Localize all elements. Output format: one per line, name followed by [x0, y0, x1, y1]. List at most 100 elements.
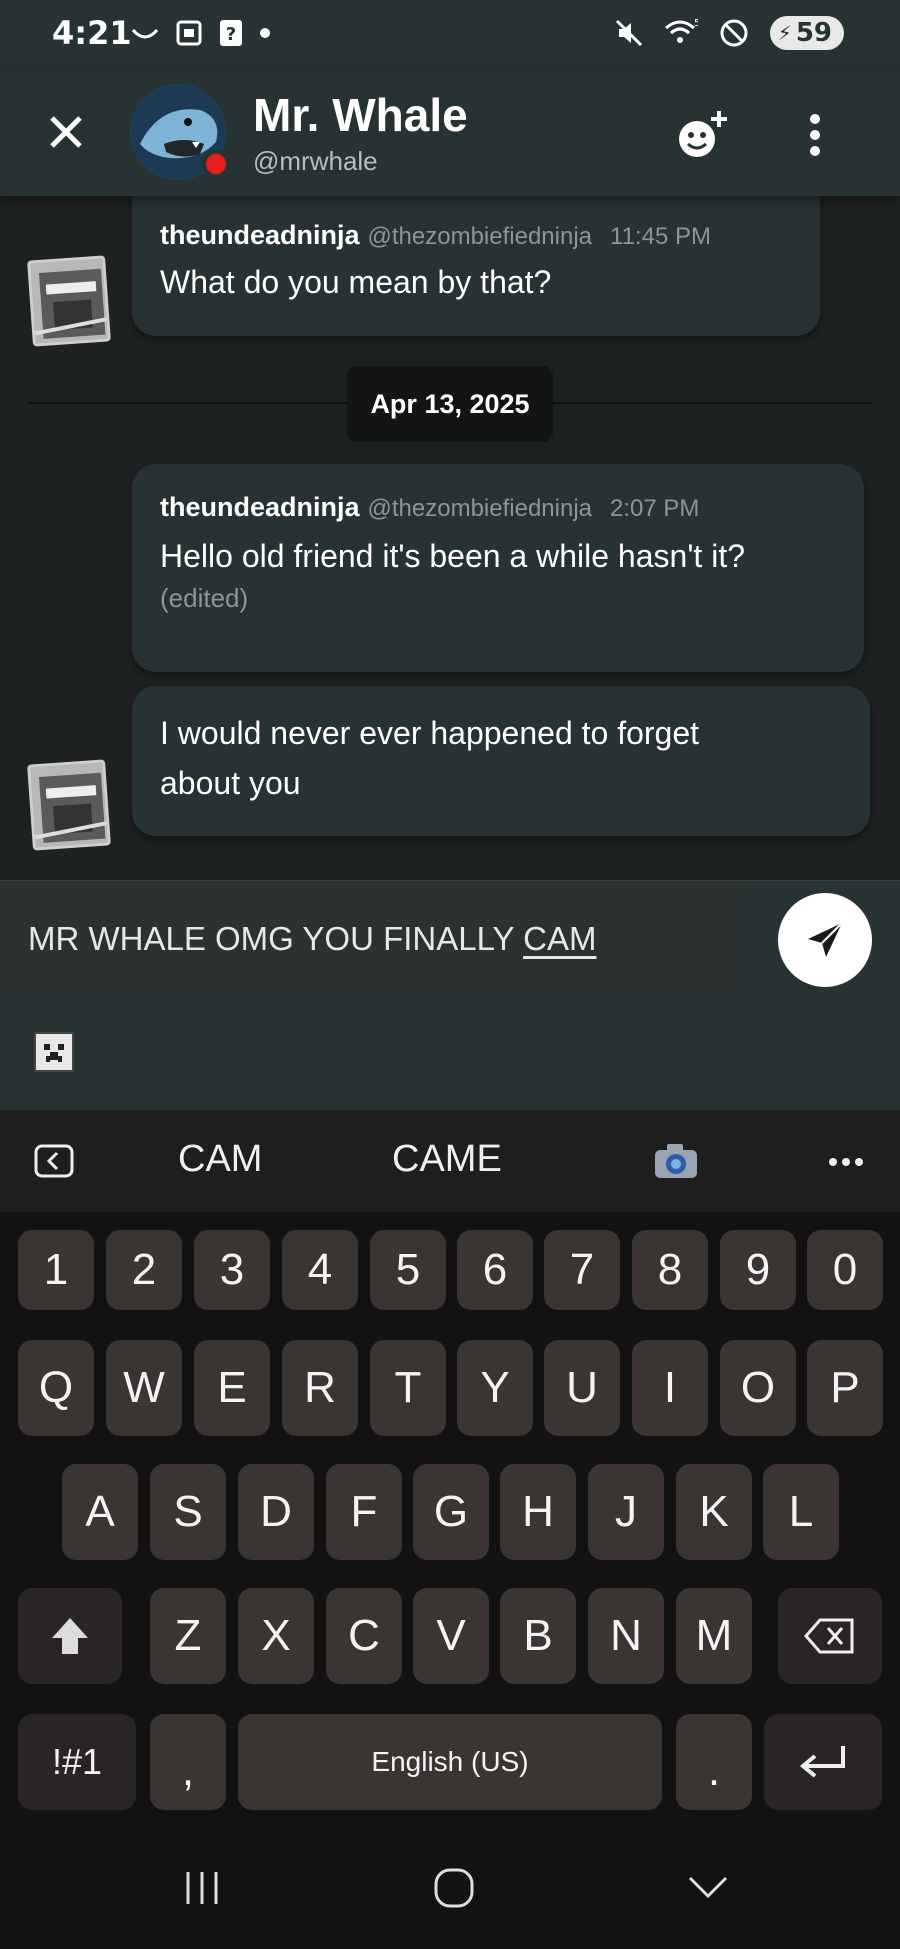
- key-z[interactable]: Z: [150, 1588, 226, 1684]
- key-i[interactable]: I: [632, 1340, 708, 1436]
- key-b[interactable]: B: [500, 1588, 576, 1684]
- key-5[interactable]: 5: [370, 1230, 446, 1310]
- key-n[interactable]: N: [588, 1588, 664, 1684]
- recents-button[interactable]: [182, 1868, 222, 1913]
- send-button[interactable]: [778, 893, 872, 987]
- shift-key[interactable]: [18, 1588, 122, 1684]
- close-button[interactable]: [36, 102, 96, 162]
- status-bar: 4:21 ? 5 ⚡ 59: [0, 0, 900, 70]
- key-v[interactable]: V: [413, 1588, 489, 1684]
- more-suggestions-button[interactable]: [828, 1154, 864, 1172]
- ninja-avatar-image: [30, 762, 111, 851]
- key-9[interactable]: 9: [720, 1230, 796, 1310]
- key-p[interactable]: P: [807, 1340, 883, 1436]
- contact-name: Mr. Whale: [253, 89, 468, 141]
- key-1[interactable]: 1: [18, 1230, 94, 1310]
- message-bubble[interactable]: theundeadninja @thezombiefiedninja 11:45 P…: [132, 196, 820, 336]
- message-text: What do you mean by that?: [160, 264, 552, 300]
- key-q[interactable]: Q: [18, 1340, 94, 1436]
- key-4[interactable]: 4: [282, 1230, 358, 1310]
- back-button[interactable]: [686, 1872, 730, 1907]
- key-h[interactable]: H: [500, 1464, 576, 1560]
- dnd-icon: [720, 19, 748, 47]
- period-key[interactable]: .: [676, 1714, 752, 1810]
- message-text-line-1: I would never ever happened to forget: [160, 715, 700, 751]
- key-0[interactable]: 0: [807, 1230, 883, 1310]
- keyboard-collapse-button[interactable]: [34, 1144, 74, 1183]
- composer-toolbar: [0, 996, 900, 1110]
- suggestion-1[interactable]: CAM: [178, 1138, 262, 1181]
- mute-icon: [615, 19, 642, 47]
- system-nav-bar: [0, 1838, 900, 1949]
- sender-avatar[interactable]: [27, 759, 111, 851]
- message-author: theundeadninja: [160, 220, 360, 250]
- sender-avatar[interactable]: [27, 255, 111, 347]
- key-m[interactable]: M: [676, 1588, 752, 1684]
- recents-icon: [186, 1872, 218, 1904]
- more-horizontal-icon: [829, 1158, 863, 1166]
- battery-level: 59: [795, 18, 832, 48]
- message-bubble[interactable]: I would never ever happened to forget ab…: [132, 686, 870, 836]
- space-bar[interactable]: English (US): [238, 1714, 662, 1810]
- wifi-icon: 5: [664, 18, 698, 43]
- enter-key[interactable]: [764, 1714, 882, 1810]
- contact-handle: @mrwhale: [253, 146, 378, 176]
- key-6[interactable]: 6: [457, 1230, 533, 1310]
- message-bubble[interactable]: theundeadninja @thezombiefiedninja 2:07 PM…: [132, 464, 864, 672]
- creeper-sticker-icon: [36, 1034, 72, 1070]
- key-j[interactable]: J: [588, 1464, 664, 1560]
- more-vertical-icon: [810, 114, 820, 156]
- add-reaction-button[interactable]: [668, 100, 738, 170]
- camera-suggestion[interactable]: [653, 1142, 699, 1185]
- camera-icon: [655, 1144, 697, 1178]
- back-chevron-icon: [688, 1876, 728, 1899]
- message-text-line-2: about you: [160, 765, 301, 801]
- key-g[interactable]: G: [413, 1464, 489, 1560]
- close-icon: [50, 116, 82, 148]
- key-t[interactable]: T: [370, 1340, 446, 1436]
- message-author: theundeadninja: [160, 492, 360, 522]
- key-d[interactable]: D: [238, 1464, 314, 1560]
- key-2[interactable]: 2: [106, 1230, 182, 1310]
- key-8[interactable]: 8: [632, 1230, 708, 1310]
- comma-key[interactable]: ,: [150, 1714, 226, 1810]
- key-o[interactable]: O: [720, 1340, 796, 1436]
- missed-call-icon: [131, 28, 159, 39]
- more-options-button[interactable]: [790, 100, 840, 170]
- key-u[interactable]: U: [544, 1340, 620, 1436]
- backspace-key[interactable]: [778, 1588, 882, 1684]
- key-x[interactable]: X: [238, 1588, 314, 1684]
- home-button[interactable]: [432, 1866, 476, 1915]
- sticker-button[interactable]: [34, 1032, 74, 1072]
- key-c[interactable]: C: [326, 1588, 402, 1684]
- key-y[interactable]: Y: [457, 1340, 533, 1436]
- key-s[interactable]: S: [150, 1464, 226, 1560]
- key-r[interactable]: R: [282, 1340, 358, 1436]
- avatar[interactable]: [130, 84, 230, 180]
- message-input[interactable]: MR WHALE OMG YOU FINALLY CAM: [0, 881, 748, 997]
- status-time: 4:21: [52, 14, 132, 52]
- symbols-key[interactable]: !#1: [18, 1714, 136, 1810]
- svg-text:?: ?: [226, 24, 236, 45]
- key-e[interactable]: E: [194, 1340, 270, 1436]
- ninja-avatar-image: [30, 258, 111, 347]
- key-a[interactable]: A: [62, 1464, 138, 1560]
- message-list[interactable]: theundeadninja @thezombiefiedninja 11:45 P…: [0, 196, 900, 880]
- key-k[interactable]: K: [676, 1464, 752, 1560]
- message-time: 11:45 PM: [610, 223, 711, 250]
- key-l[interactable]: L: [763, 1464, 839, 1560]
- add-emoji-icon: [679, 111, 727, 157]
- key-7[interactable]: 7: [544, 1230, 620, 1310]
- message-input-text: MR WHALE OMG YOU FINALLY: [28, 920, 524, 957]
- screenshot-icon: [176, 20, 202, 46]
- suggestion-2[interactable]: CAME: [392, 1138, 502, 1181]
- key-3[interactable]: 3: [194, 1230, 270, 1310]
- key-w[interactable]: W: [106, 1340, 182, 1436]
- status-indicator: [202, 150, 230, 178]
- message-handle: @thezombiefiedninja: [367, 223, 593, 250]
- composer: MR WHALE OMG YOU FINALLY CAM: [0, 880, 900, 997]
- keyboard: CAM CAME 1 2 3 4 5 6 7 8 9 0 Q W E R T Y…: [0, 1110, 900, 1949]
- keyboard-back-icon: [34, 1144, 74, 1178]
- key-f[interactable]: F: [326, 1464, 402, 1560]
- home-icon: [434, 1868, 474, 1908]
